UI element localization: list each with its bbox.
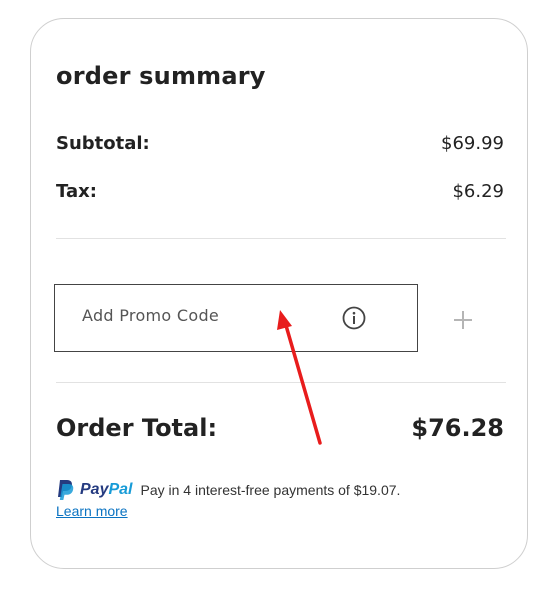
tax-label: Tax:: [56, 181, 97, 202]
subtotal-value: $69.99: [441, 133, 504, 154]
paypal-installments-text: Pay in 4 interest-free payments of $19.0…: [140, 482, 401, 498]
order-summary-title: order summary: [56, 62, 266, 90]
promo-code-input[interactable]: Add Promo Code: [54, 284, 418, 352]
divider-top: [56, 238, 506, 239]
order-total-value: $76.28: [411, 414, 504, 442]
order-total-label: Order Total:: [56, 414, 218, 442]
info-icon[interactable]: [342, 306, 366, 330]
subtotal-label: Subtotal:: [56, 133, 150, 154]
promo-code-placeholder: Add Promo Code: [82, 306, 220, 325]
paypal-logo-icon: [58, 480, 74, 500]
tax-value: $6.29: [452, 181, 504, 202]
page: order summary Subtotal: $69.99 Tax: $6.2…: [0, 0, 536, 601]
paypal-message: PayPal Pay in 4 interest-free payments o…: [56, 479, 400, 501]
divider-bottom: [56, 382, 506, 383]
learn-more-link[interactable]: Learn more: [56, 503, 128, 519]
add-promo-plus-icon[interactable]: [452, 309, 474, 331]
paypal-wordmark: PayPal: [80, 481, 133, 498]
